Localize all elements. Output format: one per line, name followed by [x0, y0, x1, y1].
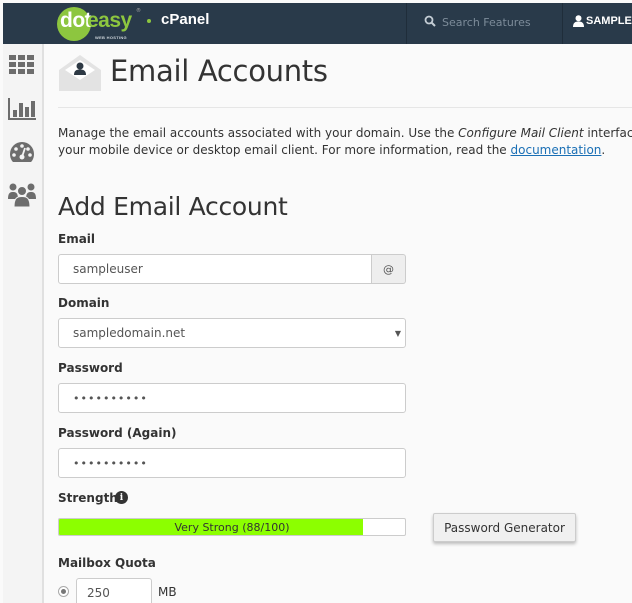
documentation-link[interactable]: documentation	[511, 143, 602, 157]
email-label: Email	[58, 232, 96, 246]
description-text: your mobile device or desktop email clie…	[58, 143, 511, 157]
app-name[interactable]: cPanel	[161, 11, 209, 28]
quota-limited-radio[interactable]	[58, 586, 69, 597]
password-again-label: Password (Again)	[58, 426, 177, 440]
strength-label: Strength	[58, 491, 118, 505]
speedometer-icon	[10, 142, 34, 162]
navbar-divider	[562, 3, 563, 44]
strength-meter-text: Very Strong (88/100)	[174, 520, 290, 534]
sidebar	[3, 44, 44, 603]
user-icon	[573, 15, 584, 27]
description-text: Manage the email accounts associated wit…	[58, 126, 459, 140]
chevron-down-icon: ▼	[394, 329, 401, 338]
doteasy-logo[interactable]: dot easy ® WEB HOSTING	[55, 6, 141, 42]
mailbox-quota-input[interactable]	[76, 578, 152, 603]
at-symbol-addon: @	[372, 254, 406, 284]
section-title: Add Email Account	[58, 192, 288, 221]
password-again-input[interactable]	[58, 448, 406, 478]
page-description: Manage the email accounts associated wit…	[58, 125, 632, 159]
search-features-input[interactable]	[442, 12, 557, 32]
main-content: Email Accounts Manage the email accounts…	[46, 44, 632, 603]
domain-selected-value: sampledomain.net	[73, 326, 186, 340]
top-navbar: dot easy ® WEB HOSTING cPanel SAMPLE	[3, 3, 632, 44]
domain-select[interactable]: sampledomain.net ▼	[58, 318, 406, 348]
password-input[interactable]	[58, 383, 406, 413]
quota-unit-label: MB	[158, 585, 177, 599]
password-label: Password	[58, 361, 123, 375]
navbar-divider	[406, 3, 407, 44]
title-divider	[58, 107, 632, 108]
user-menu[interactable]: SAMPLE	[573, 12, 632, 30]
logo-subtitle: WEB HOSTING	[95, 35, 127, 40]
sidebar-item-tools[interactable]	[7, 50, 37, 80]
sidebar-item-dashboard[interactable]	[7, 137, 37, 167]
logo-text-easy: easy	[87, 9, 132, 32]
description-text: .	[601, 143, 606, 157]
sidebar-item-statistics[interactable]	[7, 94, 37, 124]
domain-label: Domain	[58, 296, 110, 310]
email-accounts-icon	[59, 55, 101, 91]
email-input[interactable]	[58, 254, 372, 284]
password-strength-meter: Very Strong (88/100)	[58, 518, 406, 536]
description-text: interface to	[587, 126, 632, 140]
grid-icon	[9, 55, 34, 74]
logo-registered-mark: ®	[136, 8, 141, 14]
sidebar-item-users[interactable]	[7, 180, 37, 210]
configure-mail-client-text: Configure Mail Client	[458, 126, 584, 140]
bar-chart-icon	[8, 98, 36, 120]
mailbox-quota-label: Mailbox Quota	[58, 556, 156, 570]
info-icon[interactable]: i	[115, 491, 128, 504]
password-generator-button[interactable]: Password Generator	[433, 513, 576, 542]
users-icon	[8, 183, 36, 207]
search-icon[interactable]	[424, 15, 436, 27]
page-title: Email Accounts	[110, 54, 328, 88]
brand-separator-dot	[147, 19, 151, 23]
username-label: SAMPLE	[586, 15, 632, 27]
